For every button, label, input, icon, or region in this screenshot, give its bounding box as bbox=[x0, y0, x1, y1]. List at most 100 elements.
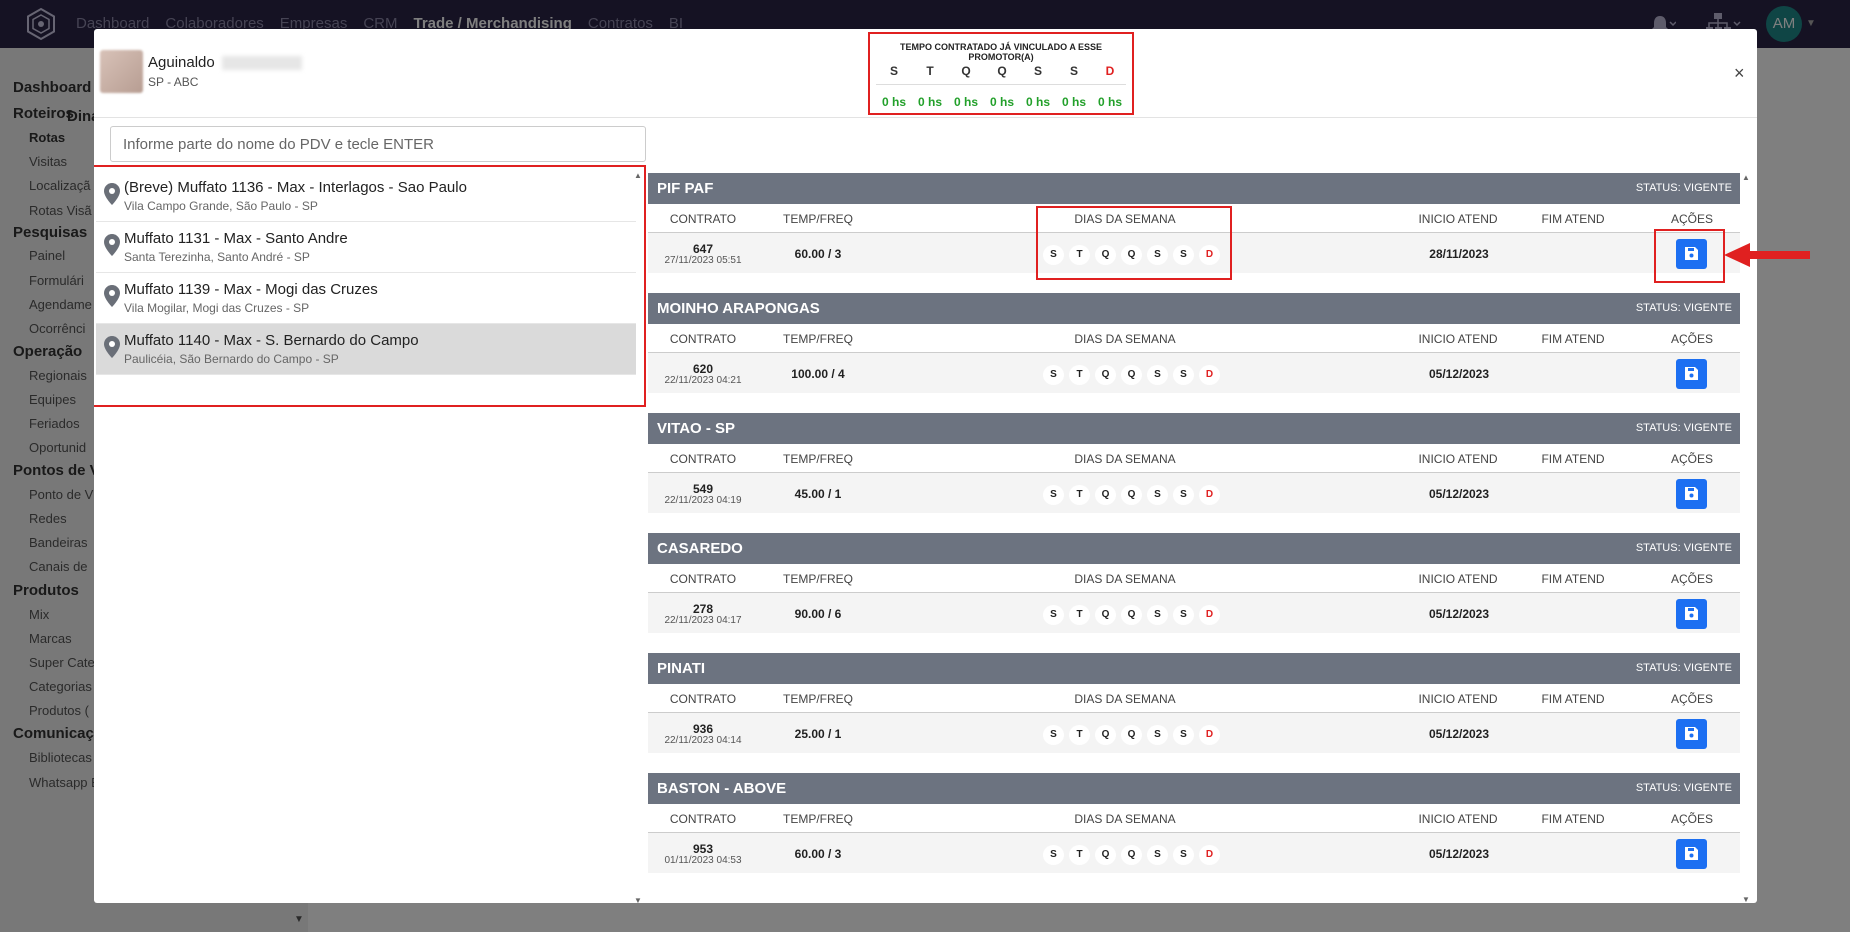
floppy-disk-icon bbox=[1685, 727, 1698, 740]
col-header-temp-freq: TEMP/FREQ bbox=[782, 572, 853, 586]
contracts-scroll-up-icon[interactable]: ▲ bbox=[1742, 173, 1750, 182]
weekday-chip[interactable]: D bbox=[1199, 485, 1220, 505]
weekday-chip[interactable]: T bbox=[1069, 365, 1090, 385]
weekday-chip[interactable]: Q bbox=[1095, 725, 1116, 745]
contracted-day-hours: 0 hs bbox=[917, 95, 942, 109]
contract-date: 01/11/2023 04:53 bbox=[664, 855, 742, 866]
promoter-photo bbox=[100, 50, 143, 93]
client-name: MOINHO ARAPONGAS bbox=[657, 300, 820, 317]
weekday-chip[interactable]: S bbox=[1173, 605, 1194, 625]
floppy-disk-icon bbox=[1685, 487, 1698, 500]
status-badge: STATUS: VIGENTE bbox=[1635, 542, 1732, 554]
weekday-chip[interactable]: Q bbox=[1095, 845, 1116, 865]
col-header-actions: AÇÕES bbox=[1670, 452, 1713, 466]
contract-group-header: CASAREDO STATUS: VIGENTE bbox=[648, 533, 1740, 564]
client-name: CASAREDO bbox=[657, 540, 743, 557]
save-button[interactable] bbox=[1676, 479, 1707, 509]
weekday-chip[interactable]: S bbox=[1173, 365, 1194, 385]
contract-number: 936 bbox=[692, 722, 714, 736]
col-header-contract: CONTRATO bbox=[669, 572, 737, 586]
weekday-chip[interactable]: S bbox=[1043, 725, 1064, 745]
save-button[interactable] bbox=[1676, 359, 1707, 389]
contract-number: 278 bbox=[692, 602, 714, 616]
weekday-chip[interactable]: S bbox=[1043, 845, 1064, 865]
annotation-highlight-weekdays bbox=[1036, 206, 1232, 280]
col-header-start: INICIO ATEND bbox=[1418, 332, 1498, 346]
weekday-selector: STQQSSD bbox=[1043, 365, 1220, 385]
weekday-chip[interactable]: S bbox=[1043, 365, 1064, 385]
weekday-chip[interactable]: S bbox=[1173, 725, 1194, 745]
weekday-chip[interactable]: Q bbox=[1095, 485, 1116, 505]
weekday-chip[interactable]: T bbox=[1069, 485, 1090, 505]
weekday-chip[interactable]: D bbox=[1199, 605, 1220, 625]
contract-group: MOINHO ARAPONGAS STATUS: VIGENTE CONTRATO T… bbox=[648, 293, 1740, 397]
contract-group-header: PIF PAF STATUS: VIGENTE bbox=[648, 173, 1740, 204]
weekday-chip[interactable]: Q bbox=[1121, 845, 1142, 865]
col-header-end: FIM ATEND bbox=[1541, 212, 1605, 226]
contract-table-header: CONTRATO TEMP/FREQ DIAS DA SEMANA INICIO AT… bbox=[648, 444, 1740, 473]
weekday-chip[interactable]: S bbox=[1147, 365, 1168, 385]
floppy-disk-icon bbox=[1685, 367, 1698, 380]
pdv-search-input[interactable] bbox=[110, 126, 646, 162]
contracted-day-label: S bbox=[1033, 64, 1042, 78]
weekday-chip[interactable]: Q bbox=[1095, 365, 1116, 385]
save-button[interactable] bbox=[1676, 839, 1707, 869]
weekday-selector: STQQSSD bbox=[1043, 605, 1220, 625]
contract-date: 22/11/2023 04:14 bbox=[664, 735, 742, 746]
contracted-day-label: S bbox=[1069, 64, 1078, 78]
weekday-chip[interactable]: D bbox=[1199, 725, 1220, 745]
promoter-location: SP - ABC bbox=[148, 75, 199, 89]
pdv-list: Muffato 1140 - Max - S. Bernardo do Camp… bbox=[94, 165, 646, 903]
col-header-actions: AÇÕES bbox=[1670, 812, 1713, 826]
floppy-disk-icon bbox=[1685, 847, 1698, 860]
col-header-end: FIM ATEND bbox=[1541, 452, 1605, 466]
weekday-chip[interactable]: T bbox=[1069, 725, 1090, 745]
weekday-chip[interactable]: Q bbox=[1095, 605, 1116, 625]
weekday-chip[interactable]: S bbox=[1147, 845, 1168, 865]
start-date: 05/12/2023 bbox=[1428, 727, 1490, 741]
weekday-chip[interactable]: T bbox=[1069, 845, 1090, 865]
weekday-chip[interactable]: T bbox=[1069, 605, 1090, 625]
weekday-chip[interactable]: S bbox=[1147, 725, 1168, 745]
contracted-time-title: TEMPO CONTRATADO JÁ VINCULADO A ESSE PRO… bbox=[899, 42, 1102, 62]
close-modal-button[interactable]: × bbox=[1734, 63, 1745, 84]
weekday-chip[interactable]: S bbox=[1147, 485, 1168, 505]
save-button[interactable] bbox=[1676, 719, 1707, 749]
weekday-chip[interactable]: D bbox=[1199, 845, 1220, 865]
weekday-chip[interactable]: Q bbox=[1121, 605, 1142, 625]
start-date: 28/11/2023 bbox=[1429, 247, 1489, 261]
table-row: 620 22/11/2023 04:21 100.00 / 4 S T Q Q S S D 05/1… bbox=[648, 353, 1740, 393]
col-header-actions: AÇÕES bbox=[1670, 212, 1713, 226]
weekday-chip[interactable]: Q bbox=[1121, 485, 1142, 505]
col-header-temp-freq: TEMP/FREQ bbox=[782, 212, 853, 226]
temp-freq-value: 60.00 / 3 bbox=[794, 247, 842, 261]
save-button[interactable] bbox=[1676, 599, 1707, 629]
weekday-chip[interactable]: Q bbox=[1121, 725, 1142, 745]
contracted-day-hours: 0 hs bbox=[953, 95, 978, 109]
weekday-chip[interactable]: S bbox=[1043, 485, 1064, 505]
table-row: 278 22/11/2023 04:17 90.00 / 6 S T Q Q S S D 05/12… bbox=[648, 593, 1740, 633]
weekday-chip[interactable]: D bbox=[1199, 365, 1220, 385]
col-header-contract: CONTRATO bbox=[669, 212, 737, 226]
contracted-day-label: Q bbox=[961, 64, 971, 78]
start-date: 05/12/2023 bbox=[1428, 487, 1490, 501]
list-scroll-up-icon[interactable]: ▲ bbox=[634, 171, 642, 180]
weekday-chip[interactable]: S bbox=[1043, 605, 1064, 625]
temp-freq-value: 100.00 / 4 bbox=[791, 367, 845, 381]
table-row: 549 22/11/2023 04:19 45.00 / 1 S T Q Q S S D 05/12… bbox=[648, 473, 1740, 513]
annotation-highlight-pdv-list bbox=[94, 165, 646, 407]
temp-freq-value: 45.00 / 1 bbox=[794, 487, 842, 501]
contract-group-header: VITAO - SP STATUS: VIGENTE bbox=[648, 413, 1740, 444]
col-header-end: FIM ATEND bbox=[1541, 572, 1605, 586]
list-scroll-down-icon[interactable]: ▼ bbox=[634, 896, 642, 903]
weekday-chip[interactable]: S bbox=[1147, 605, 1168, 625]
col-header-weekdays: DIAS DA SEMANA bbox=[1074, 572, 1176, 586]
table-row: 936 22/11/2023 04:14 25.00 / 1 S T Q Q S S D 05/12… bbox=[648, 713, 1740, 753]
contracted-time-days: STQQSSD bbox=[876, 64, 1128, 78]
client-name: PINATI bbox=[657, 660, 706, 677]
contracts-scroll-down-icon[interactable]: ▼ bbox=[1742, 895, 1750, 903]
weekday-chip[interactable]: S bbox=[1173, 485, 1194, 505]
contract-table-header: CONTRATO TEMP/FREQ DIAS DA SEMANA INICIO AT… bbox=[648, 684, 1740, 713]
weekday-chip[interactable]: Q bbox=[1121, 365, 1142, 385]
weekday-chip[interactable]: S bbox=[1173, 845, 1194, 865]
